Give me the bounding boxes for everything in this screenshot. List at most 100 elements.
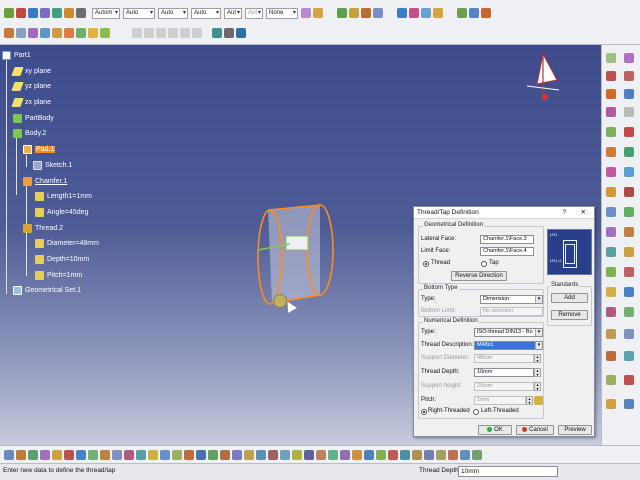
tool-icon[interactable] <box>624 127 634 137</box>
tool-icon[interactable] <box>64 449 74 460</box>
ok-button[interactable]: OK <box>478 425 512 435</box>
tool-icon[interactable] <box>606 375 616 385</box>
tool-icon[interactable] <box>448 449 458 460</box>
tool-icon[interactable] <box>313 8 323 18</box>
tool-icon[interactable] <box>28 8 38 18</box>
tool-icon[interactable] <box>606 399 616 409</box>
tool-icon[interactable] <box>160 449 170 460</box>
tool-icon[interactable] <box>349 8 359 18</box>
tool-icon[interactable] <box>328 449 338 460</box>
tool-icon[interactable] <box>337 8 347 18</box>
tool-icon[interactable] <box>624 71 634 81</box>
tool-icon[interactable] <box>236 28 246 38</box>
tool-icon[interactable] <box>144 28 154 38</box>
help-button[interactable]: ? <box>562 207 566 219</box>
tool-icon[interactable] <box>256 449 266 460</box>
tool-icon[interactable] <box>196 449 206 460</box>
tree-item-yz-plane[interactable]: yz plane <box>11 82 51 91</box>
tool-icon[interactable] <box>421 8 431 18</box>
tool-icon[interactable] <box>606 307 616 317</box>
tool-icon[interactable] <box>433 8 443 18</box>
tool-icon[interactable] <box>100 449 110 460</box>
formula-icon[interactable] <box>534 396 543 405</box>
tool-icon[interactable] <box>28 28 38 38</box>
tool-icon[interactable] <box>606 147 616 157</box>
tree-item-diameter[interactable]: Diameter=48mm <box>35 239 99 248</box>
tool-icon[interactable] <box>136 449 146 460</box>
tool-icon[interactable] <box>376 449 386 460</box>
tool-icon[interactable] <box>16 449 26 460</box>
transparency-select[interactable]: Auto <box>123 7 155 19</box>
status-value-input[interactable]: 10mm <box>458 466 558 477</box>
tool-icon[interactable] <box>606 53 616 63</box>
tool-icon[interactable] <box>280 449 290 460</box>
tool-icon[interactable] <box>457 8 467 18</box>
point-select[interactable]: Aut <box>224 7 242 19</box>
tool-icon[interactable] <box>64 28 74 38</box>
tool-icon[interactable] <box>460 449 470 460</box>
tool-icon[interactable] <box>436 449 446 460</box>
tool-icon[interactable] <box>52 28 62 38</box>
tool-icon[interactable] <box>624 375 634 385</box>
tap-radio[interactable] <box>481 261 487 267</box>
tool-icon[interactable] <box>208 449 218 460</box>
tool-icon[interactable] <box>232 449 242 460</box>
bottom-type-select[interactable]: Dimension ▾ <box>480 295 543 304</box>
tool-icon[interactable] <box>4 8 14 18</box>
thickness-select[interactable]: Auto <box>191 7 221 19</box>
thread-type-select[interactable]: ISO-thread DIN13 - Bo ▾ <box>474 328 543 337</box>
add-standard-button[interactable]: Add <box>551 293 588 303</box>
tool-icon[interactable] <box>124 449 134 460</box>
right-threaded-radio[interactable] <box>421 409 427 415</box>
tool-icon[interactable] <box>606 227 616 237</box>
tool-icon[interactable] <box>40 449 50 460</box>
tool-icon[interactable] <box>112 449 122 460</box>
tree-item-angle[interactable]: Angle=45deg <box>35 208 88 217</box>
tool-icon[interactable] <box>624 351 634 361</box>
tool-icon[interactable] <box>76 449 86 460</box>
tool-icon[interactable] <box>624 267 634 277</box>
thread-depth-field[interactable]: 10mm <box>474 368 534 377</box>
tool-icon[interactable] <box>88 28 98 38</box>
tool-icon[interactable] <box>364 449 374 460</box>
tree-item-depth[interactable]: Depth=10mm <box>35 255 89 264</box>
tool-icon[interactable] <box>624 107 634 117</box>
tool-icon[interactable] <box>180 28 190 38</box>
tool-icon[interactable] <box>361 8 371 18</box>
reverse-direction-button[interactable]: Reverse Direction <box>451 271 507 281</box>
left-threaded-radio[interactable] <box>473 409 479 415</box>
tool-icon[interactable] <box>624 147 634 157</box>
dialog-title-bar[interactable]: Thread/Tap Definition ? ✕ <box>414 207 594 219</box>
tool-icon[interactable] <box>469 8 479 18</box>
tool-icon[interactable] <box>606 89 616 99</box>
compass-icon[interactable] <box>517 50 562 105</box>
tool-icon[interactable] <box>606 127 616 137</box>
tree-item-partbody[interactable]: PartBody <box>13 114 54 123</box>
tool-icon[interactable] <box>624 399 634 409</box>
tool-icon[interactable] <box>606 187 616 197</box>
tree-item-geometrical-set[interactable]: Geometrical Set.1 <box>13 286 81 295</box>
tree-item-body2[interactable]: Body.2 <box>13 129 46 138</box>
tool-icon[interactable] <box>172 449 182 460</box>
tool-icon[interactable] <box>16 8 26 18</box>
tool-icon[interactable] <box>244 449 254 460</box>
tool-icon[interactable] <box>624 187 634 197</box>
tool-icon[interactable] <box>606 329 616 339</box>
tool-icon[interactable] <box>624 53 634 63</box>
tool-icon[interactable] <box>481 8 491 18</box>
tool-icon[interactable] <box>156 28 166 38</box>
tool-icon[interactable] <box>373 8 383 18</box>
tool-icon[interactable] <box>400 449 410 460</box>
tool-icon[interactable] <box>184 449 194 460</box>
tool-icon[interactable] <box>220 449 230 460</box>
thread-description-select[interactable]: M48x1 ▾ <box>474 341 543 350</box>
tool-icon[interactable] <box>606 351 616 361</box>
tool-icon[interactable] <box>292 449 302 460</box>
cylinder-part[interactable] <box>250 200 350 310</box>
tool-icon[interactable] <box>64 8 74 18</box>
tool-icon[interactable] <box>40 28 50 38</box>
tool-icon[interactable] <box>148 449 158 460</box>
tool-icon[interactable] <box>606 287 616 297</box>
tree-item-chamfer1[interactable]: Chamfer.1 <box>23 177 67 186</box>
thread-radio[interactable] <box>423 261 429 267</box>
